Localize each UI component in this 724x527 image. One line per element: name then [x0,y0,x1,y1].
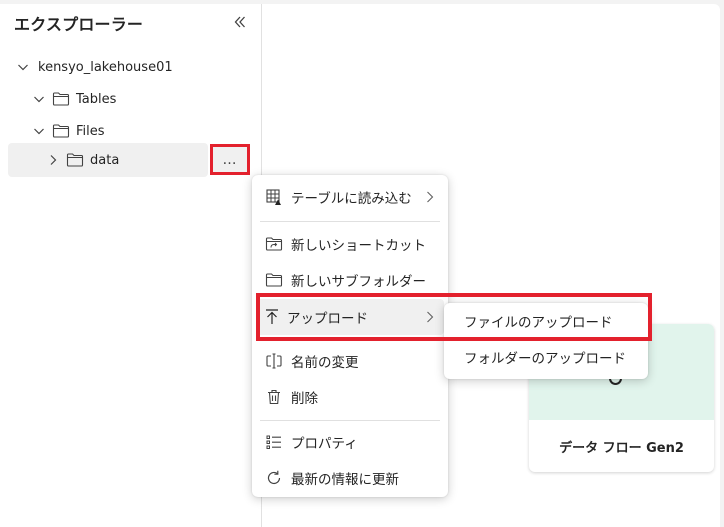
menu-item-refresh[interactable]: 最新の情報に更新 [256,461,444,495]
ellipsis-icon: … [222,151,238,168]
menu-item-rename[interactable]: 名前の変更 [256,344,444,378]
upload-arrow-icon [262,307,282,327]
collapse-pane-button[interactable] [230,12,250,32]
tree-item-label: data [90,152,120,168]
submenu-item-upload-file[interactable]: ファイルのアップロード [444,304,648,338]
submenu-item-label: フォルダーのアップロード [464,351,626,367]
tree-item-label: Tables [76,91,117,107]
table-load-icon [264,187,284,207]
folder-icon [52,122,70,140]
submenu-item-upload-folder[interactable]: フォルダーのアップロード [444,340,648,374]
chevron-right-icon [424,189,436,205]
trash-icon [264,387,284,407]
context-menu: テーブルに読み込む 新しいショートカット 新しいサブフォルダー アップロード 名… [252,175,448,497]
menu-item-load-to-table[interactable]: テーブルに読み込む [256,180,444,214]
menu-item-label: 新しいサブフォルダー [291,274,426,290]
folder-icon [264,270,284,290]
double-chevron-left-icon [233,15,247,29]
menu-item-new-subfolder[interactable]: 新しいサブフォルダー [256,263,444,297]
menu-item-label: 削除 [291,391,318,407]
rename-icon [264,351,284,371]
tree-item-tables[interactable]: Tables [8,83,253,115]
upload-submenu: ファイルのアップロード フォルダーのアップロード [444,303,648,379]
card-label: データ フロー Gen2 [559,440,684,456]
menu-item-properties[interactable]: プロパティ [256,425,444,459]
chevron-down-icon[interactable] [32,92,46,106]
more-options-button[interactable]: … [210,144,250,175]
window-frame: エクスプローラー kensyo_lakehouse01 Tables Files… [0,4,720,527]
menu-item-label: 最新の情報に更新 [291,472,399,488]
chevron-right-icon [424,309,436,325]
tree-item-label: Files [76,123,105,139]
menu-divider [260,420,440,421]
menu-item-upload[interactable]: アップロード [256,299,444,335]
tree-item-data[interactable]: data [8,143,208,177]
menu-item-label: アップロード [287,311,368,327]
refresh-icon [264,468,284,488]
menu-item-label: プロパティ [291,436,358,452]
explorer-title: エクスプローラー [14,15,144,34]
menu-item-delete[interactable]: 削除 [256,380,444,414]
explorer-pane: エクスプローラー kensyo_lakehouse01 Tables Files… [0,4,262,527]
properties-list-icon [264,432,284,452]
menu-item-label: 名前の変更 [291,355,359,371]
chevron-right-icon[interactable] [46,153,60,167]
menu-item-new-shortcut[interactable]: 新しいショートカット [256,227,444,261]
menu-item-label: 新しいショートカット [291,238,426,254]
folder-icon [66,151,84,169]
menu-item-label: テーブルに読み込む [291,191,412,207]
folder-icon [52,90,70,108]
tree-item-label: kensyo_lakehouse01 [38,59,173,75]
chevron-down-icon[interactable] [16,60,30,74]
tree-item-lakehouse[interactable]: kensyo_lakehouse01 [8,51,253,83]
shortcut-folder-icon [264,234,284,254]
chevron-down-icon[interactable] [32,124,46,138]
submenu-item-label: ファイルのアップロード [464,315,613,331]
menu-divider [260,221,440,222]
